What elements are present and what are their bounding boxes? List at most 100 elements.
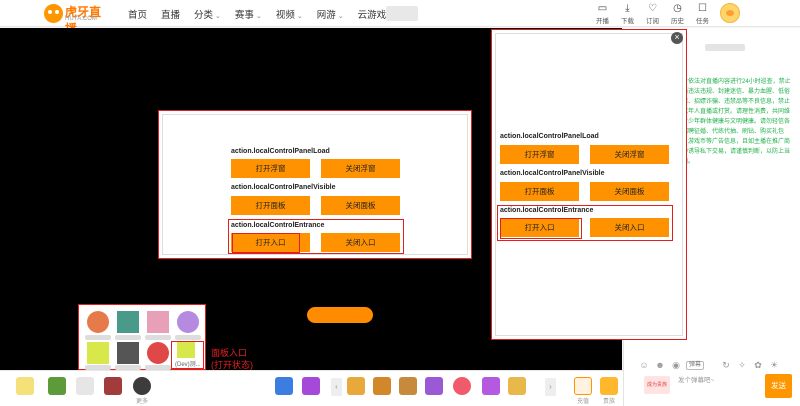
search-input[interactable]	[386, 6, 418, 21]
section-title-panel-visible: action.localControlPanelVisible	[231, 184, 336, 191]
plugin-1-label	[85, 335, 111, 340]
chat-input[interactable]: 发个弹幕吧~	[676, 374, 760, 396]
chat-input-row: 成为贵族 发个弹幕吧~ 发送	[638, 372, 796, 400]
chevron-down-icon: ⌄	[296, 12, 303, 20]
gift-3-icon[interactable]	[347, 377, 365, 395]
chevron-left-icon[interactable]: ‹	[331, 378, 342, 396]
crown-icon[interactable]	[600, 377, 618, 395]
nav-home[interactable]: 首页	[128, 7, 147, 21]
bottom-app-1-icon[interactable]	[16, 377, 34, 395]
refresh-icon[interactable]: ↻	[720, 360, 732, 370]
platform-notice: 平台依法对直播内容进行24小时巡查，禁止传播违法违规、封建迷信、暴力血腥、低俗色…	[676, 79, 791, 165]
noble-badge[interactable]: 成为贵族	[644, 376, 670, 394]
task-icon: ☐	[698, 3, 707, 14]
nav-live[interactable]: 直播	[161, 7, 180, 21]
plugin-7-label	[145, 365, 171, 370]
close-panel-button[interactable]: 关闭面板	[321, 196, 400, 215]
close-icon[interactable]: ×	[671, 32, 683, 44]
streamer-name	[705, 44, 745, 51]
top-header: 虎牙直播 HUYA.COM 首页 直播 分类⌄ 赛事⌄ 视频⌄ 网游⌄ 云游戏⌄…	[0, 0, 800, 36]
nav-online-games[interactable]: 网游 ⌄	[317, 7, 344, 21]
plugin-3-label	[145, 335, 171, 340]
bottom-app-3-icon[interactable]	[76, 377, 94, 395]
gift-7-icon[interactable]	[453, 377, 471, 395]
brand-domain: HUYA.COM	[65, 16, 97, 22]
pin-icon[interactable]: ✧	[736, 360, 748, 370]
gift-8-icon[interactable]	[482, 377, 500, 395]
bottom-bar: 更多 ‹ › 充值 贵族	[0, 370, 623, 406]
noble-label: 贵族	[602, 399, 615, 405]
hot-icon[interactable]: ☀	[768, 360, 780, 370]
open-panel-button[interactable]: 打开面板	[231, 196, 310, 215]
side-section-title-panel-visible: action.localControlPanelVisible	[500, 170, 605, 177]
plugin-1-icon[interactable]	[87, 311, 109, 333]
tool-start-live[interactable]: ▭ 开播	[590, 2, 615, 26]
more-icon[interactable]	[133, 377, 151, 395]
chevron-down-icon: ⌄	[255, 12, 262, 20]
send-button[interactable]: 发送	[765, 374, 792, 398]
camera-icon: ▭	[597, 3, 608, 14]
download-icon: ⤓	[625, 3, 630, 14]
gift-1-icon[interactable]	[275, 377, 293, 395]
plugin-6-icon[interactable]	[117, 342, 139, 364]
gift-4-icon[interactable]	[373, 377, 391, 395]
plugin-2-label	[115, 335, 141, 340]
mascot-icon	[44, 4, 63, 23]
chat-toolbar: ☺ ☻ ◉ 弹幕 ↻ ✧ ✿ ☀	[638, 360, 784, 370]
bottom-app-2-icon[interactable]	[48, 377, 66, 395]
plugin-4-icon[interactable]	[177, 311, 199, 333]
plugin-2-icon[interactable]	[117, 311, 139, 333]
side-section-title-panel-load: action.localControlPanelLoad	[500, 133, 599, 140]
chevron-right-icon[interactable]: ›	[545, 378, 556, 396]
smile-icon[interactable]: ☺	[638, 360, 650, 370]
tool-tasks[interactable]: ☐ 任务	[690, 2, 715, 26]
bottom-app-4-icon[interactable]	[104, 377, 122, 395]
side-close-panel-button[interactable]: 关闭面板	[590, 182, 669, 201]
side-close-entrance-button[interactable]: 关闭入口	[590, 218, 669, 237]
gift-icon[interactable]: ✿	[752, 360, 764, 370]
side-open-panel-button[interactable]: 打开面板	[500, 182, 579, 201]
open-entrance-highlight	[232, 233, 300, 253]
user-avatar[interactable]	[720, 3, 740, 23]
annotation-line-2: (打开状态)	[211, 360, 253, 370]
gift-5-icon[interactable]	[399, 377, 417, 395]
plugin-7-icon[interactable]	[147, 342, 169, 364]
nav-category[interactable]: 分类 ⌄	[194, 7, 221, 21]
plugin-3-icon[interactable]	[147, 311, 169, 333]
chevron-down-icon: ⌄	[337, 12, 344, 20]
sticker-icon[interactable]: ◉	[670, 360, 682, 370]
plugin-5-label	[85, 365, 111, 370]
plugin-4-label	[175, 335, 201, 340]
dev-plugin-label[interactable]: (Dev)测...	[175, 359, 201, 368]
side-close-float-button[interactable]: 关闭浮窗	[590, 145, 669, 164]
section-title-entrance: action.localControlEntrance	[231, 222, 325, 229]
plugin-6-label	[115, 365, 141, 370]
heart-icon: ♡	[648, 3, 657, 14]
clock-icon: ◷	[673, 3, 682, 14]
side-open-entrance-highlight	[500, 218, 582, 239]
side-section-title-entrance: action.localControlEntrance	[500, 207, 594, 214]
main-nav: 首页 直播 分类⌄ 赛事⌄ 视频⌄ 网游⌄ 云游戏⌄	[128, 0, 408, 27]
close-entrance-button[interactable]: 关闭入口	[321, 233, 400, 252]
annotation-text: 面板入口 (打开状态)	[211, 347, 253, 371]
plugin-5-icon[interactable]	[87, 342, 109, 364]
nav-events[interactable]: 赛事 ⌄	[235, 7, 262, 21]
close-float-button[interactable]: 关闭浮窗	[321, 159, 400, 178]
nav-video[interactable]: 视频 ⌄	[276, 7, 303, 21]
tool-history[interactable]: ◷ 历史	[665, 2, 690, 26]
gift-9-icon[interactable]	[508, 377, 526, 395]
section-title-panel-load: action.localControlPanelLoad	[231, 148, 330, 155]
more-label: 更多	[135, 399, 148, 405]
tag-icon[interactable]: 弹幕	[686, 361, 704, 370]
chevron-down-icon: ⌄	[215, 12, 221, 20]
gift-2-icon[interactable]	[302, 377, 320, 395]
emoji-icon[interactable]: ☻	[654, 360, 666, 370]
tool-subscribe[interactable]: ♡ 订阅	[640, 2, 665, 26]
tool-download[interactable]: ⤓ 下载	[615, 2, 640, 26]
annotation-line-1: 面板入口	[211, 348, 248, 358]
huya-logo[interactable]: 虎牙直播 HUYA.COM	[44, 3, 110, 36]
open-float-button[interactable]: 打开浮窗	[231, 159, 310, 178]
side-open-float-button[interactable]: 打开浮窗	[500, 145, 579, 164]
recharge-icon[interactable]	[574, 377, 592, 395]
gift-6-icon[interactable]	[425, 377, 443, 395]
